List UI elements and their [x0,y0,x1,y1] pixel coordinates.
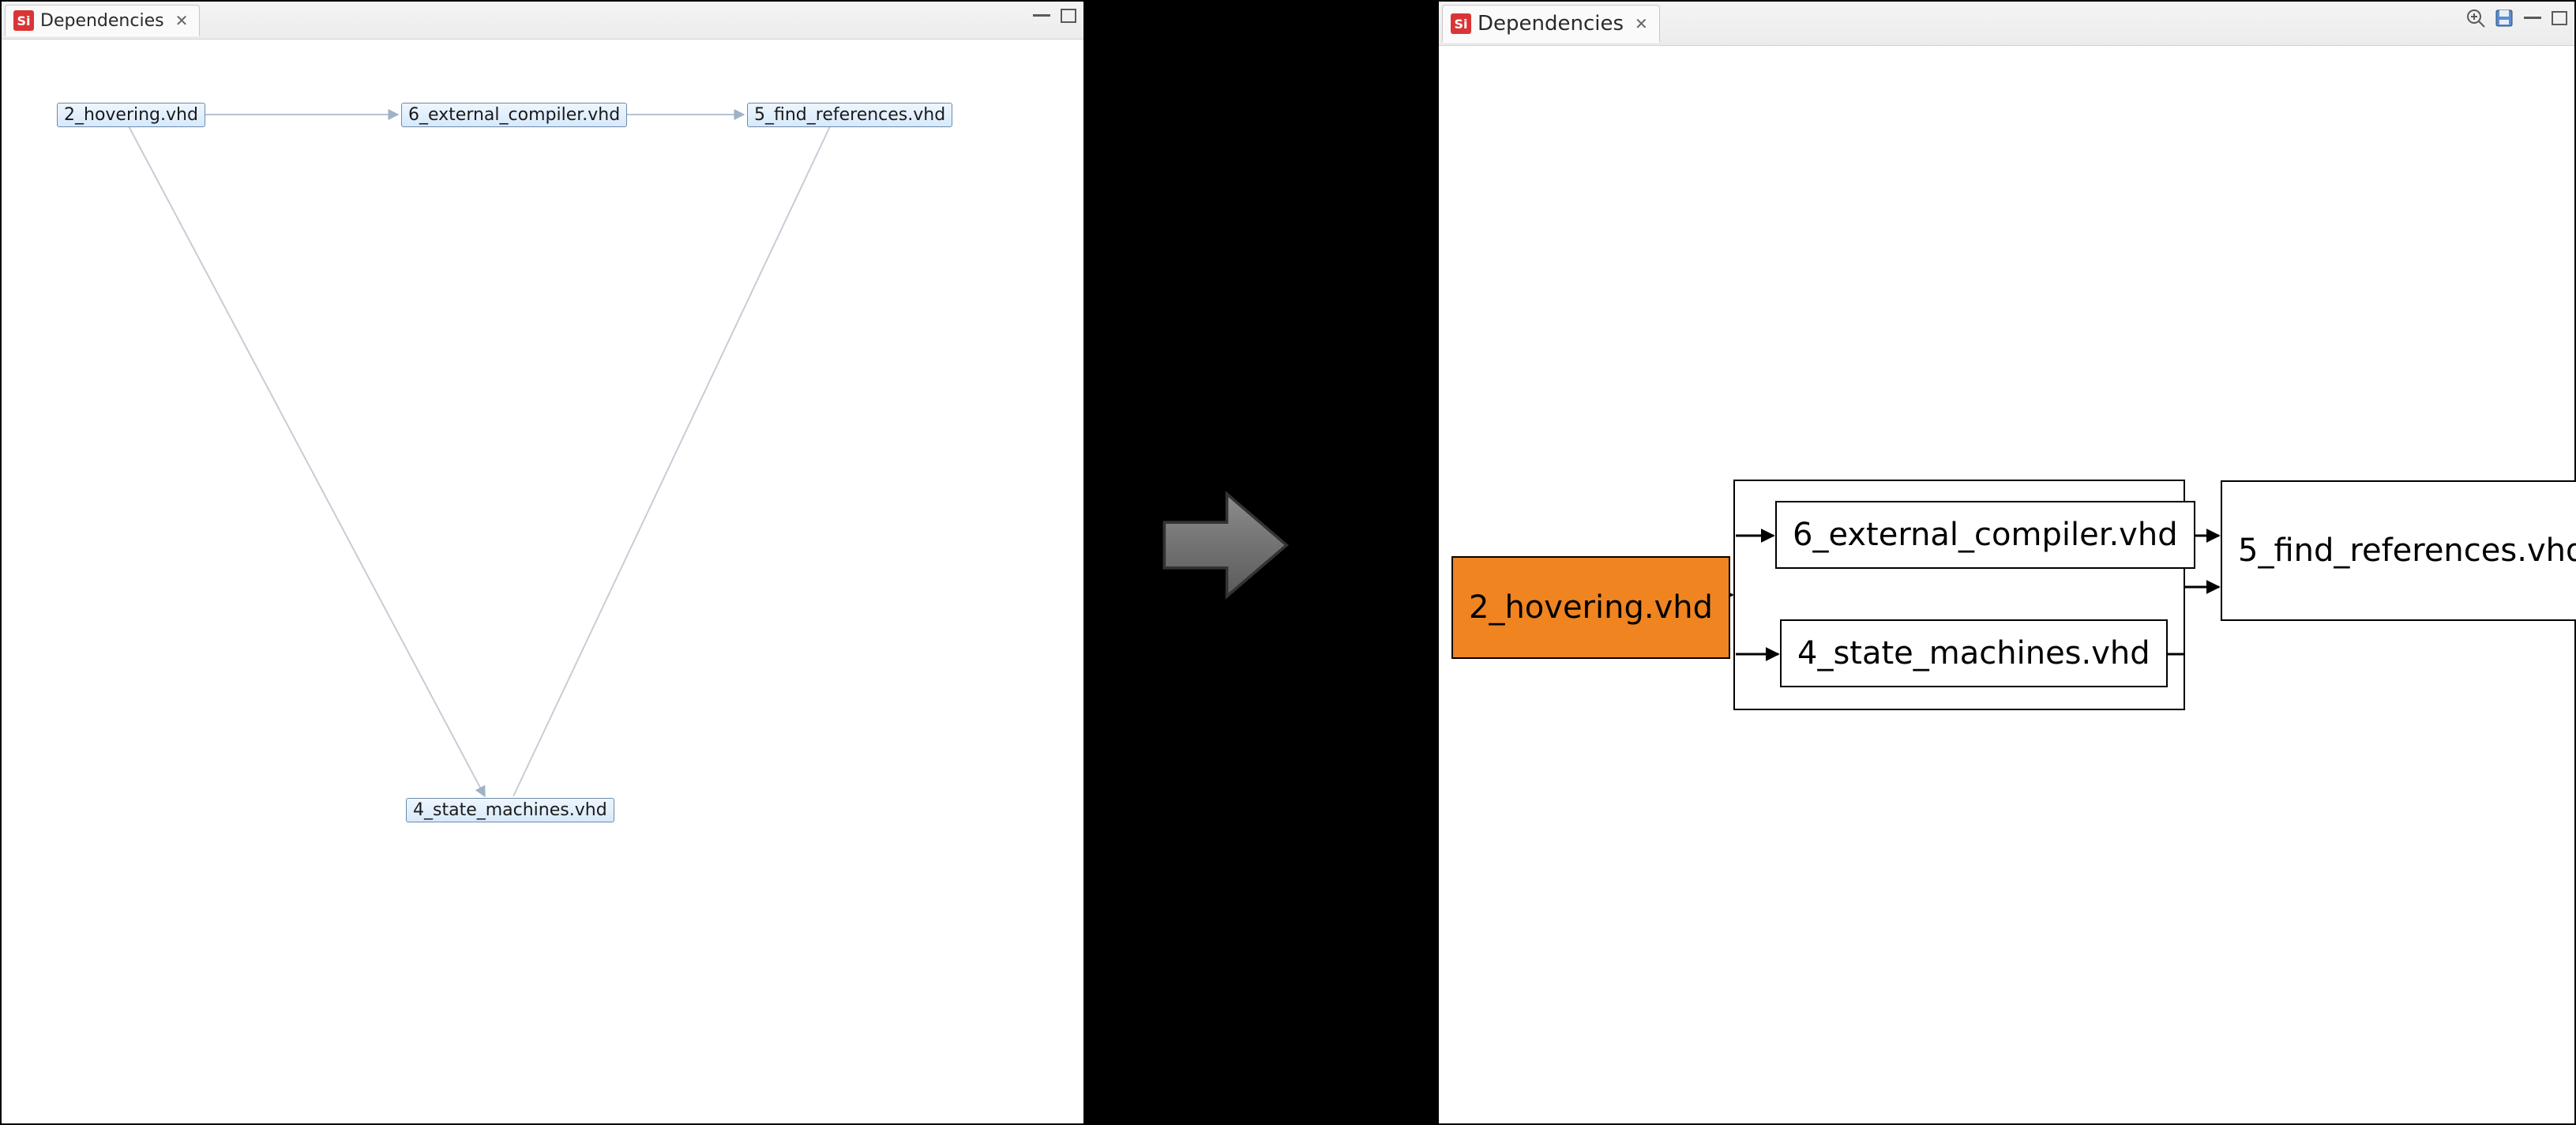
maximize-button[interactable] [2551,10,2568,26]
left-window-buttons [1031,8,1077,24]
node-find-references[interactable]: 5_find_references.vhd [2221,480,2576,621]
right-tab-dependencies[interactable]: Si Dependencies ✕ [1442,5,1660,43]
close-icon[interactable]: ✕ [1635,14,1648,33]
save-button[interactable] [2494,8,2514,28]
sigasi-icon: Si [1451,13,1471,34]
sigasi-icon: Si [13,10,34,31]
node-hovering[interactable]: 2_hovering.vhd [1451,556,1730,659]
maximize-button[interactable] [1060,8,1077,24]
minimize-button[interactable] [1031,8,1052,24]
right-tab-label: Dependencies [1478,12,1624,36]
minimize-button[interactable] [2522,10,2543,26]
left-edges [2,40,1083,1123]
right-canvas[interactable]: 2_hovering.vhd 6_external_compiler.vhd 4… [1439,46,2574,1123]
node-find-references[interactable]: 5_find_references.vhd [747,103,952,127]
right-window-buttons [2465,8,2568,28]
node-hovering[interactable]: 2_hovering.vhd [57,103,205,127]
node-external-compiler[interactable]: 6_external_compiler.vhd [1775,501,2195,569]
left-canvas[interactable]: 2_hovering.vhd 6_external_compiler.vhd 5… [2,40,1083,1123]
transition-arrow-icon [1153,474,1295,616]
right-tabbar: Si Dependencies ✕ [1439,2,2574,46]
left-tab-label: Dependencies [40,11,164,31]
left-tabbar: Si Dependencies ✕ [2,2,1083,40]
right-dependencies-panel: Si Dependencies ✕ [1437,0,2576,1125]
left-dependencies-panel: Si Dependencies ✕ [0,0,1085,1125]
close-icon[interactable]: ✕ [175,11,189,30]
node-state-machines[interactable]: 4_state_machines.vhd [1780,619,2168,687]
node-external-compiler[interactable]: 6_external_compiler.vhd [401,103,627,127]
zoom-fit-button[interactable] [2465,8,2486,28]
left-tab-dependencies[interactable]: Si Dependencies ✕ [5,5,200,36]
node-state-machines[interactable]: 4_state_machines.vhd [406,798,614,822]
